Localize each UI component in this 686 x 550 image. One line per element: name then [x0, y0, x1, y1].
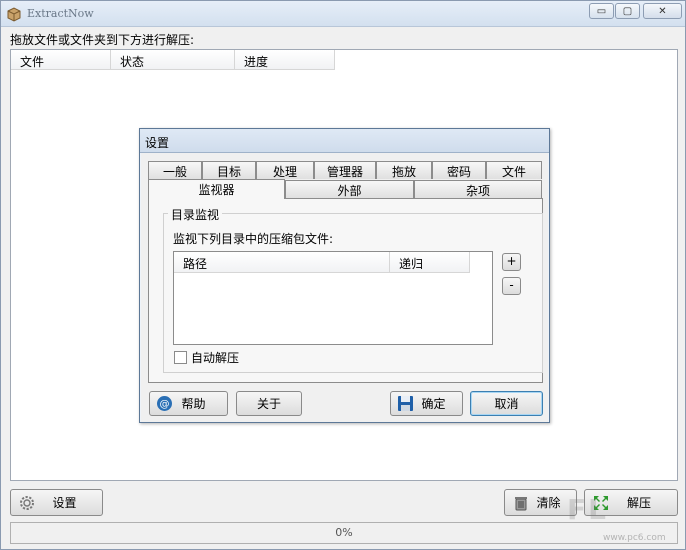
title-bar[interactable]: ExtractNow ▭ ▢ ✕	[1, 1, 685, 27]
minimize-button[interactable]: ▭	[589, 3, 614, 19]
tab-processing[interactable]: 处理	[256, 161, 314, 179]
tab-manager[interactable]: 管理器	[314, 161, 376, 179]
ok-button-label: 确定	[421, 397, 446, 411]
tab-monitor[interactable]: 监视器	[148, 179, 285, 199]
settings-button-label: 设置	[52, 496, 77, 510]
directory-list[interactable]: 路径 递归	[173, 251, 493, 345]
cancel-button-label: 取消	[494, 397, 519, 411]
column-header-status[interactable]: 状态	[111, 50, 235, 70]
box-icon	[7, 7, 21, 22]
help-button[interactable]: @ 帮助	[149, 391, 228, 416]
tab-misc[interactable]: 杂项	[414, 180, 542, 198]
tab-password[interactable]: 密码	[432, 161, 486, 179]
progress-text: 0%	[335, 526, 353, 539]
tab-drag-drop[interactable]: 拖放	[376, 161, 432, 179]
cancel-button[interactable]: 取消	[470, 391, 543, 416]
svg-text:@: @	[160, 399, 170, 410]
ok-button[interactable]: 确定	[390, 391, 463, 416]
settings-dialog: 设置 一般 目标 处理 管理器 拖放 密码 文件 外部 杂项 监视器 目录监视 …	[139, 128, 550, 423]
watermark-url: www.pc6.com	[603, 533, 666, 543]
help-at-icon: @	[157, 396, 172, 411]
monitor-description: 监视下列目录中的压缩包文件:	[173, 232, 334, 246]
close-button[interactable]: ✕	[643, 3, 682, 19]
tab-destination[interactable]: 目标	[202, 161, 256, 179]
clear-button-label: 清除	[536, 496, 561, 510]
auto-extract-label: 自动解压	[191, 351, 240, 365]
column-header-path[interactable]: 路径	[174, 252, 390, 273]
window-title: ExtractNow	[27, 7, 94, 20]
tab-external[interactable]: 外部	[285, 180, 414, 198]
settings-button[interactable]: 设置	[10, 489, 103, 516]
minimize-icon: ▭	[596, 5, 607, 17]
group-title: 目录监视	[168, 206, 223, 223]
extract-button-label: 解压	[626, 496, 651, 510]
dialog-title: 设置	[145, 136, 170, 150]
dialog-title-bar[interactable]: 设置	[140, 129, 549, 153]
maximize-icon: ▢	[622, 5, 633, 17]
drop-instruction: 拖放文件或文件夹到下方进行解压:	[10, 33, 195, 47]
column-header-progress[interactable]: 进度	[235, 50, 335, 70]
tab-files[interactable]: 文件	[486, 161, 542, 179]
about-button[interactable]: 关于	[236, 391, 302, 416]
auto-extract-checkbox[interactable]	[174, 351, 187, 364]
close-icon: ✕	[658, 5, 667, 17]
add-directory-button[interactable]: +	[502, 253, 521, 271]
main-window: ExtractNow ▭ ▢ ✕ 拖放文件或文件夹到下方进行解压: 文件 状态 …	[0, 0, 686, 550]
column-header-file[interactable]: 文件	[11, 50, 111, 70]
gear-icon	[20, 496, 34, 510]
monitor-tab-panel: 目录监视 监视下列目录中的压缩包文件: 路径 递归 + - 自动解压	[148, 198, 543, 383]
dialog-body: 一般 目标 处理 管理器 拖放 密码 文件 外部 杂项 监视器 目录监视 监视下…	[141, 153, 548, 422]
maximize-button[interactable]: ▢	[615, 3, 640, 19]
watermark-logo: FL	[567, 493, 608, 526]
column-header-recursive[interactable]: 递归	[390, 252, 470, 273]
about-button-label: 关于	[256, 397, 281, 411]
remove-directory-button[interactable]: -	[502, 277, 521, 295]
trash-icon	[515, 497, 527, 511]
help-button-label: 帮助	[181, 397, 206, 411]
directory-monitor-group: 目录监视 监视下列目录中的压缩包文件: 路径 递归 + - 自动解压	[163, 206, 543, 373]
tab-general[interactable]: 一般	[148, 161, 202, 179]
save-disk-icon	[398, 396, 413, 411]
